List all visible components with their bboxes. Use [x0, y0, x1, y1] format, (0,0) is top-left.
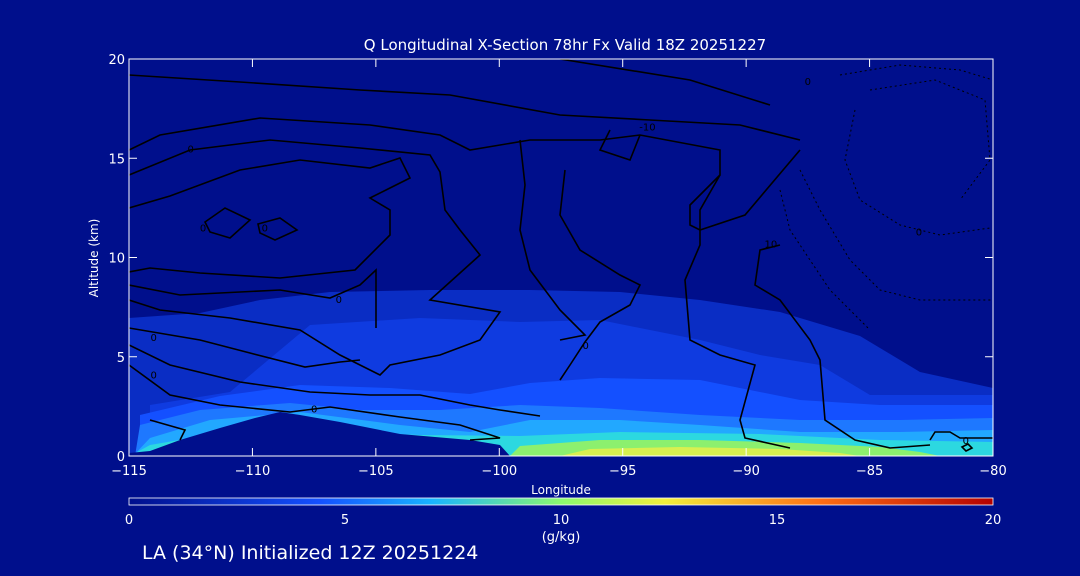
contour-line	[779, 189, 871, 331]
contour-label: 0	[311, 404, 317, 415]
chart-title: Q Longitudinal X-Section 78hr Fx Valid 1…	[364, 36, 766, 54]
y-tick-label: 10	[108, 252, 125, 267]
contour-line	[129, 139, 461, 231]
x-tick-label: −105	[358, 464, 394, 479]
colorbar-tick-label: 10	[553, 513, 570, 528]
colorbar-tick-label: 0	[125, 513, 133, 528]
colorbar-tick-label: 15	[769, 513, 786, 528]
contour-label: -10	[639, 122, 655, 133]
footer-caption: LA (34°N) Initialized 12Z 20251224	[142, 542, 479, 564]
y-tick-label: 5	[117, 351, 125, 366]
x-tick-label: −110	[235, 464, 271, 479]
x-tick-label: −80	[979, 464, 1006, 479]
y-tick-label: 15	[108, 152, 125, 167]
colorbar-tick-label: 20	[985, 513, 1002, 528]
moisture-fill	[129, 290, 993, 456]
colorbar-label: (g/kg)	[542, 530, 581, 545]
contour-line	[129, 157, 412, 279]
contour-label: 0	[805, 77, 811, 88]
y-tick-label: 0	[117, 450, 125, 465]
contour-label: 0	[150, 371, 156, 382]
x-tick-label: −85	[856, 464, 883, 479]
contour-label: 10	[764, 240, 777, 251]
x-tick-label: −100	[481, 464, 517, 479]
y-axis-label: Altitude (km)	[87, 219, 101, 298]
contour-line	[799, 169, 993, 301]
contour-line	[559, 59, 771, 106]
x-tick-label: −95	[609, 464, 636, 479]
colorbar-tick-label: 5	[341, 513, 349, 528]
colorbar-ticks: 0 5 10 15 20	[125, 513, 1001, 528]
contour-label: 0	[582, 341, 588, 352]
contour-line	[129, 74, 801, 141]
x-tick-label: −90	[732, 464, 759, 479]
contour-label: 0	[188, 144, 194, 155]
contour-line	[844, 109, 991, 236]
dotted-contours	[779, 64, 993, 331]
contour-label: 0	[262, 224, 268, 235]
contour-label: 0	[150, 333, 156, 344]
x-axis-label: Longitude	[531, 483, 591, 497]
contour-label: 0	[963, 436, 969, 447]
colorbar	[128, 497, 994, 506]
contour-line	[839, 64, 993, 81]
contour-label: 0	[200, 224, 206, 235]
contour-line	[203, 207, 252, 239]
contour-label: 0	[916, 228, 922, 239]
y-tick-label: 20	[108, 53, 125, 68]
cross-section-chart: 0 -10 0 0 0 10 0 0 0 0 0 0 0 Q Longitudinal X-Sectio…	[87, 36, 1007, 545]
contour-label: 0	[336, 295, 342, 306]
contour-line	[869, 79, 991, 201]
x-tick-label: −115	[111, 464, 147, 479]
